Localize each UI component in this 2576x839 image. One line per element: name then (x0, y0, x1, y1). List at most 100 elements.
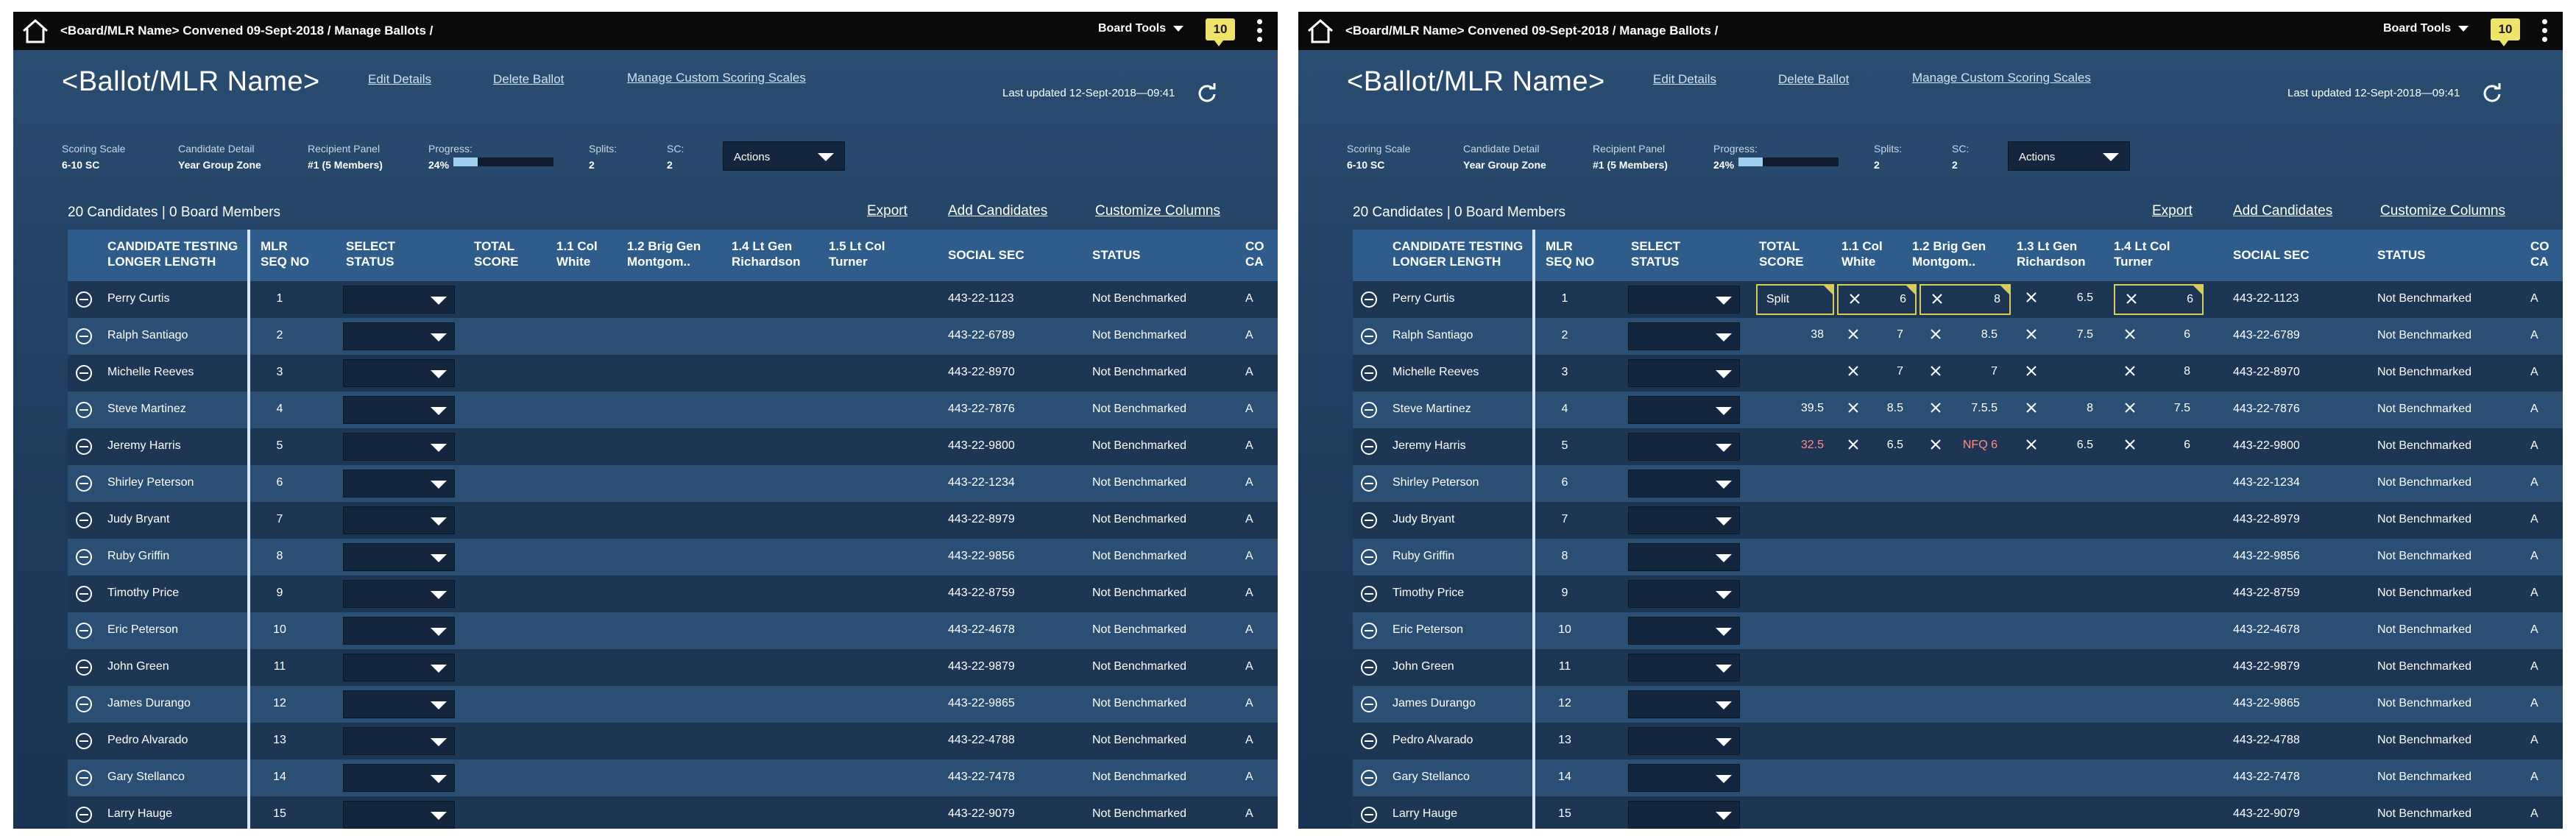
column-header-seq[interactable]: MLR SEQ NO (261, 238, 309, 269)
column-header-cut[interactable]: Co Ca (2530, 238, 2552, 269)
select-status-dropdown[interactable] (1628, 396, 1740, 424)
remove-candidate-icon[interactable] (75, 769, 93, 787)
close-icon[interactable] (2025, 328, 2037, 340)
select-status-dropdown[interactable] (343, 359, 455, 387)
export-link[interactable]: Export (867, 203, 907, 219)
column-header-select-status[interactable]: Select Status (346, 238, 395, 269)
remove-candidate-icon[interactable] (75, 291, 93, 308)
close-icon[interactable] (2025, 439, 2037, 450)
remove-candidate-icon[interactable] (75, 364, 93, 382)
board-tools-menu[interactable]: Board Tools (2383, 22, 2469, 35)
total-score-cell[interactable]: Split (1756, 284, 1834, 315)
select-status-dropdown[interactable] (343, 286, 455, 314)
manage-scoring-scales-link[interactable]: Manage Custom Scoring Scales (627, 71, 806, 85)
remove-candidate-icon[interactable] (1360, 659, 1378, 676)
select-status-dropdown[interactable] (1628, 580, 1740, 608)
remove-candidate-icon[interactable] (1360, 806, 1378, 824)
kebab-menu-icon[interactable] (1257, 19, 1263, 43)
edit-details-link[interactable]: Edit Details (368, 72, 431, 87)
column-header-total-score[interactable]: Total Score (474, 238, 518, 269)
delete-ballot-link[interactable]: Delete Ballot (1778, 72, 1849, 87)
select-status-dropdown[interactable] (1628, 543, 1740, 571)
close-icon[interactable] (1930, 439, 1942, 450)
select-status-dropdown[interactable] (1628, 654, 1740, 682)
frozen-column-divider[interactable] (247, 230, 250, 829)
remove-candidate-icon[interactable] (1360, 401, 1378, 419)
close-icon[interactable] (2124, 402, 2136, 414)
close-icon[interactable] (2124, 365, 2136, 377)
frozen-column-divider[interactable] (1532, 230, 1535, 829)
select-status-dropdown[interactable] (1628, 433, 1740, 461)
member-score-cell[interactable]: 6.5 (1837, 431, 1917, 462)
close-icon[interactable] (1931, 293, 1943, 305)
column-header-col3[interactable]: 1.4 Lt Gen Richardson (732, 238, 801, 269)
remove-candidate-icon[interactable] (1360, 291, 1378, 308)
select-status-dropdown[interactable] (343, 690, 455, 718)
member-score-cell[interactable]: 6 (2114, 284, 2204, 315)
close-icon[interactable] (1847, 365, 1859, 377)
member-score-cell[interactable]: 8 (1919, 284, 2011, 315)
remove-candidate-icon[interactable] (1360, 364, 1378, 382)
select-status-dropdown[interactable] (1628, 801, 1740, 829)
member-score-cell[interactable]: NFQ 6 (1919, 431, 2011, 462)
member-score-cell[interactable]: 6 (2114, 321, 2204, 352)
column-header-candidate[interactable]: Candidate Testing Longer Length (1393, 238, 1523, 269)
select-status-dropdown[interactable] (343, 470, 455, 498)
total-score-cell[interactable]: 38 (1756, 321, 1834, 352)
column-header-social-sec[interactable]: Social Sec (2233, 247, 2310, 263)
column-header-col1[interactable]: 1.1 Col White (1841, 238, 1883, 269)
home-icon[interactable] (21, 18, 50, 44)
remove-candidate-icon[interactable] (75, 622, 93, 640)
total-score-cell[interactable]: 39.5 (1756, 394, 1834, 425)
column-header-col4[interactable]: 1.4 Lt Col Turner (2114, 238, 2170, 269)
member-score-cell[interactable]: 8.5 (1837, 394, 1917, 425)
remove-candidate-icon[interactable] (75, 475, 93, 492)
remove-candidate-icon[interactable] (1360, 769, 1378, 787)
select-status-dropdown[interactable] (1628, 764, 1740, 792)
remove-candidate-icon[interactable] (75, 732, 93, 750)
close-icon[interactable] (2126, 293, 2137, 305)
column-header-status[interactable]: Status (1092, 247, 1140, 263)
column-header-candidate[interactable]: Candidate Testing Longer Length (107, 238, 238, 269)
select-status-dropdown[interactable] (1628, 617, 1740, 645)
member-score-cell[interactable]: 7 (1837, 358, 1917, 389)
close-icon[interactable] (1849, 293, 1861, 305)
column-header-col2[interactable]: 1.2 Brig Gen Montgom.. (1912, 238, 1986, 269)
close-icon[interactable] (1847, 328, 1859, 340)
board-tools-menu[interactable]: Board Tools (1098, 22, 1184, 35)
column-header-select-status[interactable]: Select Status (1631, 238, 1680, 269)
close-icon[interactable] (2124, 328, 2136, 340)
member-score-cell[interactable]: 6 (2114, 431, 2204, 462)
column-header-total-score[interactable]: Total Score (1759, 238, 1803, 269)
actions-dropdown[interactable]: Actions (723, 141, 845, 171)
refresh-icon[interactable] (1197, 82, 1217, 103)
close-icon[interactable] (1847, 402, 1859, 414)
remove-candidate-icon[interactable] (75, 659, 93, 676)
remove-candidate-icon[interactable] (1360, 328, 1378, 345)
select-status-dropdown[interactable] (343, 764, 455, 792)
member-score-cell[interactable]: 8.5 (1919, 321, 2011, 352)
notification-badge[interactable]: 10 (1206, 18, 1235, 46)
total-score-cell[interactable] (1756, 358, 1834, 389)
remove-candidate-icon[interactable] (1360, 475, 1378, 492)
remove-candidate-icon[interactable] (1360, 585, 1378, 603)
member-score-cell[interactable]: 7.5.5 (1919, 394, 2011, 425)
delete-ballot-link[interactable]: Delete Ballot (493, 72, 564, 87)
member-score-cell[interactable]: 7.5 (2114, 394, 2204, 425)
select-status-dropdown[interactable] (343, 580, 455, 608)
select-status-dropdown[interactable] (343, 654, 455, 682)
remove-candidate-icon[interactable] (75, 511, 93, 529)
select-status-dropdown[interactable] (343, 617, 455, 645)
close-icon[interactable] (2025, 402, 2037, 414)
select-status-dropdown[interactable] (1628, 286, 1740, 314)
remove-candidate-icon[interactable] (75, 806, 93, 824)
remove-candidate-icon[interactable] (75, 695, 93, 713)
remove-candidate-icon[interactable] (1360, 622, 1378, 640)
select-status-dropdown[interactable] (1628, 727, 1740, 755)
remove-candidate-icon[interactable] (1360, 438, 1378, 456)
select-status-dropdown[interactable] (1628, 690, 1740, 718)
close-icon[interactable] (1847, 439, 1859, 450)
remove-candidate-icon[interactable] (1360, 511, 1378, 529)
close-icon[interactable] (2025, 365, 2037, 377)
select-status-dropdown[interactable] (343, 433, 455, 461)
